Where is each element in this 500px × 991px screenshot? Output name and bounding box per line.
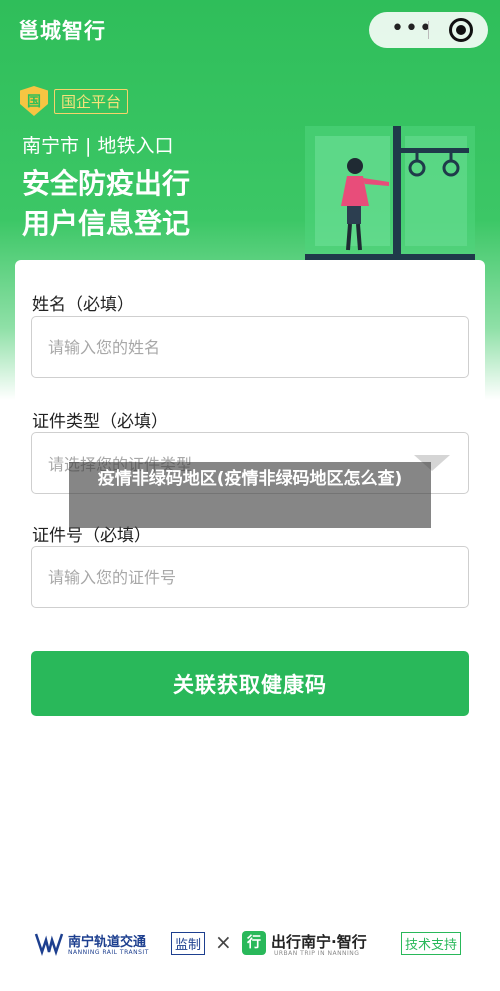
headline-line-1: 安全防疫出行 bbox=[22, 167, 191, 200]
supervisor-tag: 监制 bbox=[171, 932, 206, 955]
watermark-caption: 疫情非绿码地区(疫情非绿码地区怎么查) bbox=[69, 462, 431, 528]
platform-badge: 国 国企平台 bbox=[20, 86, 129, 116]
banner-headline: 安全防疫出行 用户信息登记 bbox=[22, 164, 190, 244]
name-field[interactable] bbox=[31, 316, 469, 378]
brand-separator: × bbox=[215, 930, 232, 954]
shield-icon: 国 bbox=[20, 86, 48, 116]
footer-brands: 南宁轨道交通 NANNING RAIL TRANSIT 监制 × 行 出行南宁·… bbox=[34, 928, 474, 962]
rail-transit-name: 南宁轨道交通 bbox=[68, 935, 147, 950]
tech-support-tag: 技术支持 bbox=[401, 932, 462, 955]
platform-tag: 国企平台 bbox=[54, 88, 129, 114]
name-label: 姓名（必填） bbox=[32, 295, 134, 315]
headline-line-2: 用户信息登记 bbox=[22, 207, 191, 240]
rail-transit-logo-icon bbox=[34, 933, 64, 956]
subway-illustration bbox=[305, 126, 475, 260]
app-title: 邕城智行 bbox=[18, 19, 106, 43]
id-number-field[interactable] bbox=[31, 546, 469, 608]
trip-logo-icon: 行 bbox=[242, 931, 266, 955]
trip-brand-name: 出行南宁·智行 bbox=[271, 933, 367, 951]
id-type-label: 证件类型（必填） bbox=[32, 412, 168, 432]
trip-brand-name-en: URBAN TRIP IN NANNING bbox=[274, 950, 360, 957]
mini-program-capsule: ••• bbox=[369, 12, 488, 48]
location-subtitle: 南宁市 | 地铁入口 bbox=[22, 135, 174, 157]
capsule-divider bbox=[428, 21, 429, 39]
rail-transit-name-en: NANNING RAIL TRANSIT bbox=[68, 949, 149, 956]
target-close-icon[interactable] bbox=[449, 18, 473, 42]
get-health-code-button[interactable]: 关联获取健康码 bbox=[31, 651, 469, 716]
name-input[interactable] bbox=[48, 317, 448, 377]
more-dots-icon[interactable]: ••• bbox=[391, 15, 433, 43]
id-number-input[interactable] bbox=[48, 547, 448, 607]
